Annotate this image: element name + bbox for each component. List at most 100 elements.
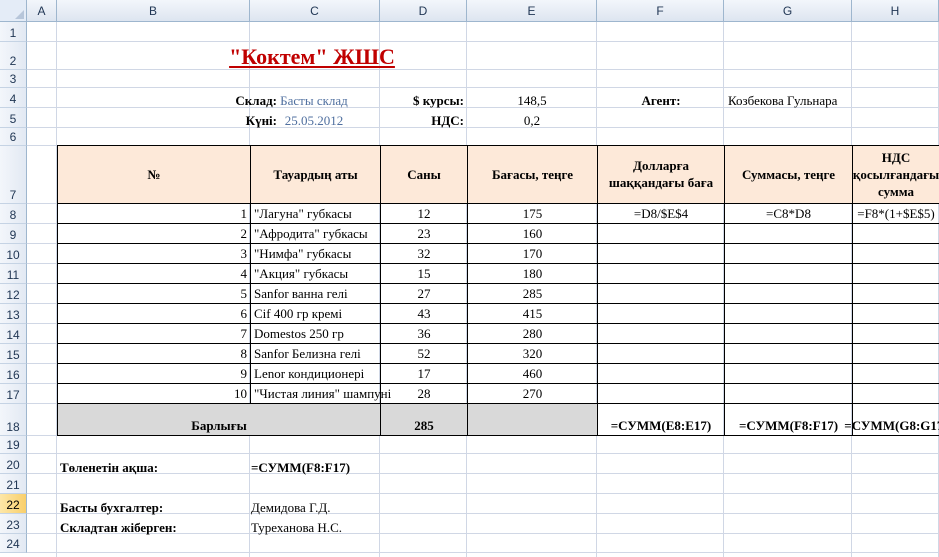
item-price[interactable]: 175: [467, 203, 598, 224]
item-name[interactable]: Sanfor Белизна гелі: [250, 343, 381, 364]
row-header[interactable]: 14: [0, 324, 27, 344]
item-num[interactable]: 3: [57, 243, 251, 264]
title-cell[interactable]: "Коктем" ЖШС: [185, 43, 439, 71]
row-header[interactable]: 6: [0, 128, 27, 146]
totals-nds-sum[interactable]: =СУММ(G8:G17): [844, 403, 939, 436]
header-sum[interactable]: Суммасы, теңге: [724, 145, 853, 204]
item-qty[interactable]: 32: [380, 243, 468, 264]
row-header[interactable]: 2: [0, 42, 27, 70]
item-name[interactable]: Lenor кондиционері: [250, 363, 381, 384]
item-nds-sum[interactable]: [852, 323, 939, 344]
item-nds-sum[interactable]: [852, 283, 939, 304]
item-num[interactable]: 6: [57, 303, 251, 324]
item-usd[interactable]: [597, 383, 725, 404]
row-header[interactable]: 8: [0, 204, 27, 224]
item-usd[interactable]: =D8/$E$4: [597, 203, 725, 224]
row-header[interactable]: 11: [0, 264, 27, 284]
item-usd[interactable]: [597, 263, 725, 284]
row-header[interactable]: 5: [0, 108, 27, 128]
item-num[interactable]: 1: [57, 203, 251, 224]
totals-label[interactable]: Барлығы: [57, 403, 381, 436]
column-header[interactable]: D: [380, 0, 467, 22]
item-name[interactable]: Cif 400 гр кремі: [250, 303, 381, 324]
header-usd[interactable]: Долларға шаққандағы баға: [597, 145, 725, 204]
pay-label[interactable]: Төленетін ақша:: [57, 457, 247, 477]
item-qty[interactable]: 43: [380, 303, 468, 324]
item-num[interactable]: 5: [57, 283, 251, 304]
item-qty[interactable]: 23: [380, 223, 468, 244]
sender-value[interactable]: Туреханова Н.С.: [248, 517, 438, 537]
item-name[interactable]: Sanfor ванна гелі: [250, 283, 381, 304]
nds-value[interactable]: 0,2: [467, 110, 597, 130]
item-nds-sum[interactable]: [852, 223, 939, 244]
row-header[interactable]: 3: [0, 70, 27, 88]
item-usd[interactable]: [597, 223, 725, 244]
item-sum[interactable]: [724, 383, 853, 404]
totals-sum[interactable]: =СУММ(F8:F17): [724, 403, 853, 436]
item-usd[interactable]: [597, 243, 725, 264]
item-usd[interactable]: [597, 323, 725, 344]
column-header[interactable]: A: [27, 0, 57, 22]
chief-label[interactable]: Басты бухгалтер:: [57, 497, 247, 517]
row-header[interactable]: 15: [0, 344, 27, 364]
item-name[interactable]: "Нимфа" губкасы: [250, 243, 381, 264]
date-label[interactable]: Күні:: [57, 110, 280, 130]
item-price[interactable]: 180: [467, 263, 598, 284]
item-nds-sum[interactable]: [852, 263, 939, 284]
item-sum[interactable]: [724, 283, 853, 304]
column-header[interactable]: G: [724, 0, 852, 22]
item-name[interactable]: "Чистая линия" шампуні: [250, 383, 391, 404]
row-header[interactable]: 4: [0, 88, 27, 108]
row-header[interactable]: 19: [0, 436, 27, 454]
row-header[interactable]: 23: [0, 514, 27, 534]
row-header[interactable]: 24: [0, 534, 27, 553]
item-usd[interactable]: [597, 343, 725, 364]
item-qty[interactable]: 15: [380, 263, 468, 284]
row-header[interactable]: 21: [0, 474, 27, 494]
row-header[interactable]: 22: [0, 494, 27, 514]
kursy-label[interactable]: $ курсы:: [380, 90, 467, 110]
date-value[interactable]: 25.05.2012: [248, 110, 380, 130]
item-qty[interactable]: 17: [380, 363, 468, 384]
row-header[interactable]: 16: [0, 364, 27, 384]
row-header[interactable]: 7: [0, 146, 27, 204]
header-name[interactable]: Тауардың аты: [250, 145, 381, 204]
item-usd[interactable]: [597, 363, 725, 384]
row-header[interactable]: 13: [0, 304, 27, 324]
totals-price-empty[interactable]: [467, 403, 598, 436]
item-qty[interactable]: 52: [380, 343, 468, 364]
item-price[interactable]: 320: [467, 343, 598, 364]
agent-label[interactable]: Агент:: [597, 90, 725, 110]
sklad-label[interactable]: Склад:: [57, 90, 280, 110]
select-all-corner[interactable]: [0, 0, 27, 22]
nds-label[interactable]: НДС:: [380, 110, 467, 130]
item-usd[interactable]: [597, 303, 725, 324]
sklad-value[interactable]: Басты склад: [248, 90, 380, 110]
row-header[interactable]: 1: [0, 22, 27, 42]
item-name[interactable]: "Акция" губкасы: [250, 263, 381, 284]
item-sum[interactable]: =C8*D8: [724, 203, 853, 224]
item-num[interactable]: 10: [57, 383, 251, 404]
item-price[interactable]: 285: [467, 283, 598, 304]
totals-qty[interactable]: 285: [380, 403, 468, 436]
item-price[interactable]: 280: [467, 323, 598, 344]
item-sum[interactable]: [724, 223, 853, 244]
item-price[interactable]: 170: [467, 243, 598, 264]
row-header[interactable]: 10: [0, 244, 27, 264]
item-sum[interactable]: [724, 323, 853, 344]
column-header[interactable]: F: [597, 0, 724, 22]
column-header[interactable]: H: [852, 0, 939, 22]
item-num[interactable]: 2: [57, 223, 251, 244]
agent-value[interactable]: Козбекова Гульнара: [725, 90, 885, 110]
row-header[interactable]: 9: [0, 224, 27, 244]
totals-usd[interactable]: =СУММ(E8:E17): [597, 403, 725, 436]
item-sum[interactable]: [724, 343, 853, 364]
item-name[interactable]: "Афродита" губкасы: [250, 223, 381, 244]
item-nds-sum[interactable]: [852, 243, 939, 264]
chief-value[interactable]: Демидова Г.Д.: [248, 497, 438, 517]
item-nds-sum[interactable]: [852, 343, 939, 364]
header-nds-sum[interactable]: НДС қосылғандағы сумма: [852, 145, 939, 204]
worksheet-grid[interactable]: "Коктем" ЖШС Склад: Басты склад $ курсы:…: [27, 22, 939, 557]
item-num[interactable]: 9: [57, 363, 251, 384]
column-header[interactable]: E: [467, 0, 597, 22]
